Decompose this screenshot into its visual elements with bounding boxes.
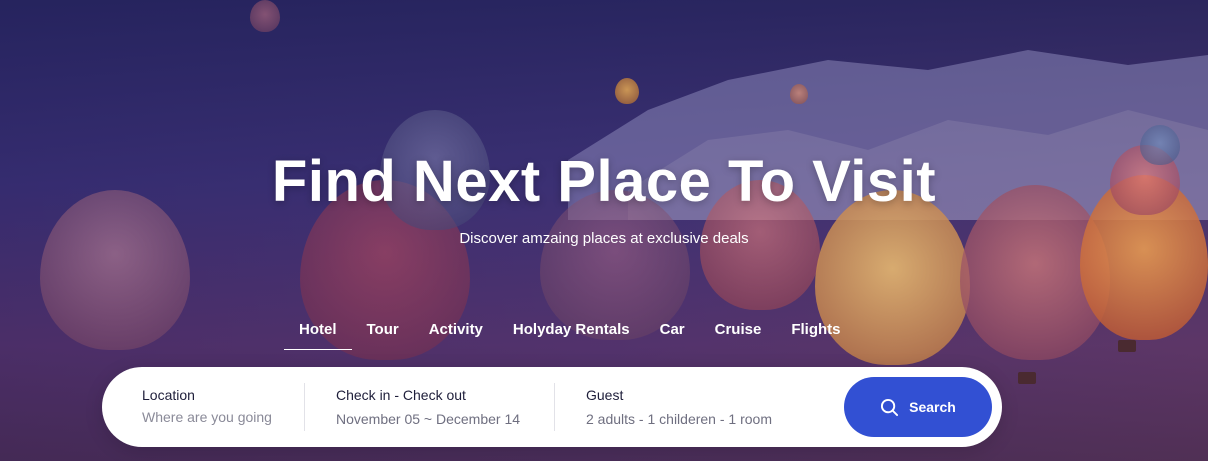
guest-value: 2 adults - 1 childeren - 1 room xyxy=(586,411,772,427)
balloon-decoration xyxy=(250,0,280,32)
tab-holyday-rentals[interactable]: Holyday Rentals xyxy=(498,318,645,350)
balloon-decoration xyxy=(615,78,639,104)
hero-section: Find Next Place To Visit Discover amzain… xyxy=(0,0,1208,461)
field-divider xyxy=(304,383,305,431)
search-icon xyxy=(881,398,899,416)
balloon-basket xyxy=(1118,340,1136,352)
balloon-decoration xyxy=(790,84,808,104)
field-divider xyxy=(554,383,555,431)
location-input[interactable] xyxy=(142,409,272,425)
dates-label: Check in - Check out xyxy=(336,387,466,403)
search-category-tabs: Hotel Tour Activity Holyday Rentals Car … xyxy=(284,318,856,350)
tab-hotel[interactable]: Hotel xyxy=(284,318,352,350)
dates-value: November 05 ~ December 14 xyxy=(336,411,521,427)
search-button-label: Search xyxy=(909,399,956,415)
search-button[interactable]: Search xyxy=(844,377,992,437)
page-subtitle: Discover amzaing places at exclusive dea… xyxy=(459,230,749,247)
location-field[interactable]: Location xyxy=(142,367,292,447)
tab-activity[interactable]: Activity xyxy=(414,318,498,350)
dates-field[interactable]: Check in - Check out November 05 ~ Decem… xyxy=(336,367,546,447)
tab-tour[interactable]: Tour xyxy=(352,318,414,350)
search-bar: Location Check in - Check out November 0… xyxy=(102,367,1002,447)
tab-flights[interactable]: Flights xyxy=(776,318,855,350)
tab-cruise[interactable]: Cruise xyxy=(700,318,777,350)
guest-label: Guest xyxy=(586,387,624,403)
tab-car[interactable]: Car xyxy=(645,318,700,350)
location-label: Location xyxy=(142,387,195,403)
page-title: Find Next Place To Visit xyxy=(271,149,937,214)
guest-field[interactable]: Guest 2 adults - 1 childeren - 1 room xyxy=(586,367,816,447)
balloon-basket xyxy=(1018,372,1036,384)
